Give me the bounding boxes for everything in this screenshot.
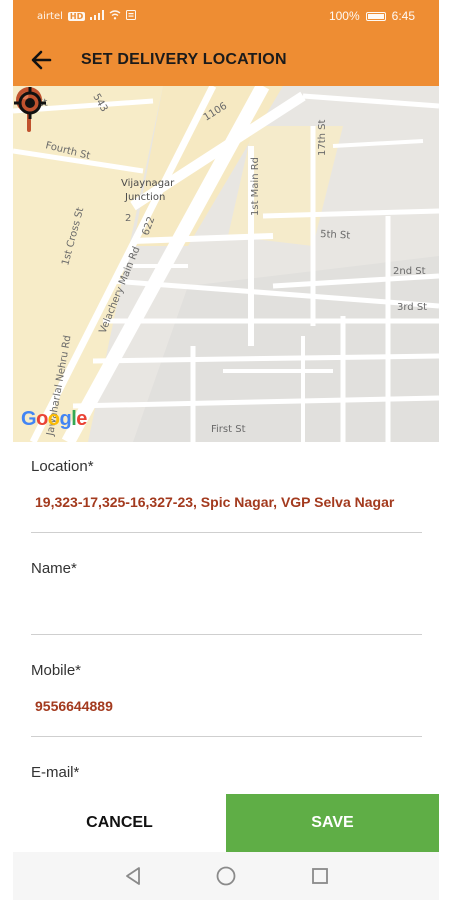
circle-home-icon[interactable] [214, 864, 238, 888]
delivery-form: Location* 19,323-17,325-16,327-23, Spic … [13, 442, 439, 794]
network-badge: HD [67, 12, 86, 21]
carrier-name: airtel [37, 11, 63, 22]
location-label: Location* [31, 458, 94, 475]
name-field[interactable] [31, 594, 422, 628]
my-location-icon[interactable] [13, 86, 47, 120]
status-left: airtel HD [37, 10, 137, 23]
back-button[interactable] [27, 46, 55, 74]
mobile-label: Mobile* [31, 662, 82, 679]
junction-label: Junction [124, 192, 165, 203]
clock: 6:45 [391, 9, 415, 23]
notification-icon [126, 10, 137, 23]
name-underline [31, 634, 422, 635]
location-underline [31, 532, 422, 533]
page-title: SET DELIVERY LOCATION [81, 51, 287, 68]
phone-screen: airtel HD 100% 6:45 SET DELIVERY LOCATIO… [13, 0, 439, 900]
mobile-underline [31, 736, 422, 737]
battery-percent: 100% [328, 9, 360, 23]
google-letter: g [59, 408, 72, 430]
battery-icon [365, 11, 386, 21]
google-letter: o [36, 408, 48, 430]
signal-icon [90, 10, 105, 23]
google-letter: o [47, 408, 60, 430]
cancel-button[interactable]: CANCEL [13, 794, 226, 852]
street-label: First St [211, 424, 246, 435]
google-letter: G [21, 408, 37, 430]
email-label: E-mail* [31, 764, 80, 781]
street-label: 5th St [320, 229, 351, 242]
street-label: 2nd St [393, 266, 426, 277]
arrow-left-icon [31, 50, 52, 70]
wifi-icon [109, 10, 121, 23]
square-recents-icon[interactable] [308, 864, 332, 888]
triangle-back-icon[interactable] [121, 864, 145, 888]
street-label: 2 [125, 213, 131, 224]
save-button[interactable]: SAVE [226, 794, 439, 852]
junction-label: Vijaynagar [121, 178, 175, 189]
system-nav-bar [13, 852, 439, 900]
google-letter: e [76, 408, 87, 430]
google-attribution: Google [21, 408, 87, 431]
street-label: 1st Main Rd [250, 157, 261, 216]
map-canvas: 1st St 543 1106 17th St Fourth St Vijayn… [13, 86, 439, 442]
status-right: 100% 6:45 [329, 9, 415, 23]
app-bar: SET DELIVERY LOCATION [13, 34, 439, 86]
mobile-field[interactable]: 9556644889 [35, 698, 113, 714]
street-label: 3rd St [397, 302, 427, 313]
status-bar: airtel HD 100% 6:45 [13, 0, 439, 34]
name-label: Name* [31, 560, 77, 577]
map-view[interactable]: 1st St 543 1106 17th St Fourth St Vijayn… [13, 86, 439, 442]
street-label: 17th St [317, 119, 328, 156]
location-field[interactable]: 19,323-17,325-16,327-23, Spic Nagar, VGP… [35, 494, 394, 510]
